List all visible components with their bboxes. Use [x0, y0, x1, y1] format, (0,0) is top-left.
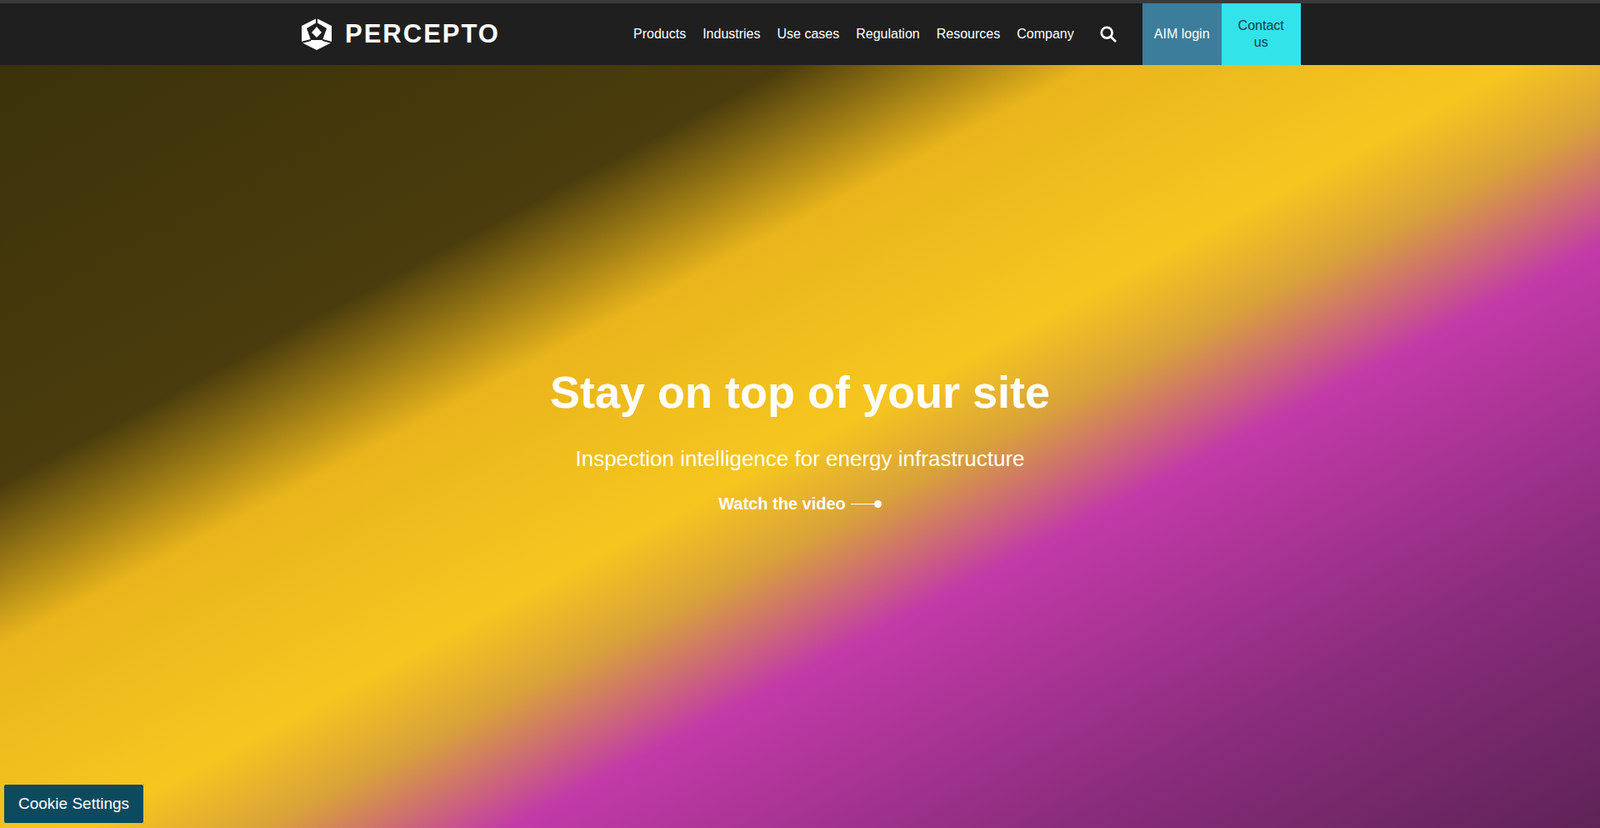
logo-text: PERCEPTO [345, 15, 500, 55]
nav-item[interactable]: Company [1016, 24, 1074, 45]
top-nav: PERCEPTO Products Industries Use cases Regul… [0, 0, 1600, 65]
logo[interactable]: PERCEPTO [298, 15, 500, 55]
aim-login-button[interactable]: AIM login [1142, 3, 1222, 65]
cta-dot [874, 500, 882, 508]
watch-video-link[interactable]: Watch the video [718, 491, 882, 515]
hero-title: Stay on top of your site [550, 365, 1050, 419]
search-icon[interactable] [1099, 25, 1118, 44]
logo-icon [298, 17, 335, 51]
contact-button[interactable]: Contact us [1221, 3, 1301, 65]
hero-subtitle: Inspection intelligence for energy infra… [575, 443, 1025, 474]
nav-item[interactable]: Use cases [777, 24, 840, 45]
cta-line [850, 503, 875, 505]
nav-menu: Products Industries Use cases Regulation Res… [633, 3, 1075, 65]
nav-item[interactable]: Industries [702, 24, 760, 45]
page: PERCEPTO Products Industries Use cases Regul… [0, 0, 1600, 828]
cookie-settings-button[interactable]: Cookie Settings [4, 784, 144, 824]
nav-item[interactable]: Regulation [855, 24, 920, 45]
hero-content: Stay on top of your site Inspection intel… [0, 65, 1600, 515]
nav-item[interactable]: Resources [936, 24, 1000, 45]
hero: Stay on top of your site Inspection intel… [0, 65, 1600, 828]
nav-item[interactable]: Products [633, 24, 686, 45]
